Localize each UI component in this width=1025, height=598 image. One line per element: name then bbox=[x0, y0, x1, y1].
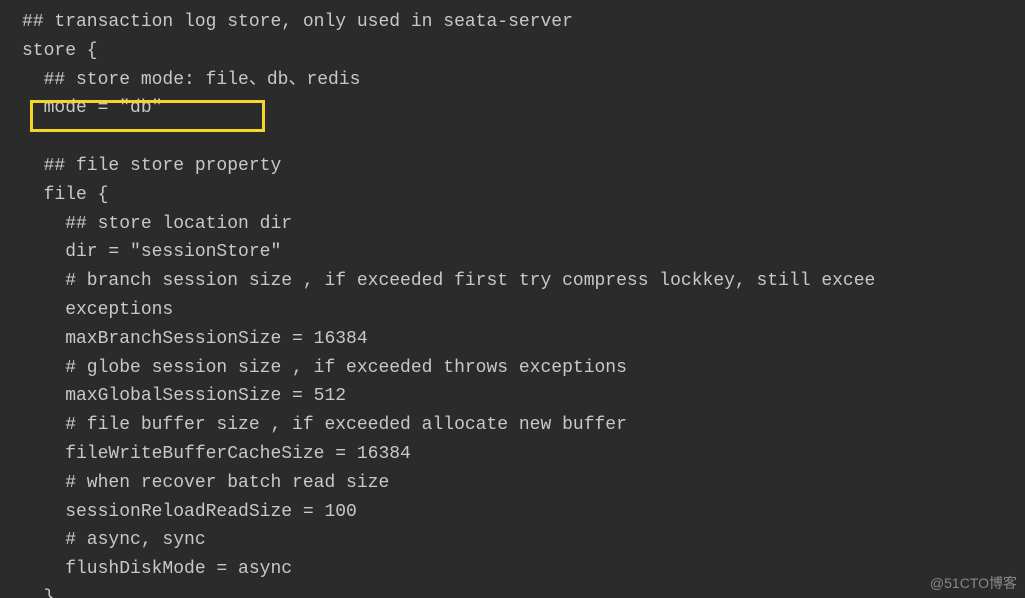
code-line: # file buffer size , if exceeded allocat… bbox=[22, 415, 627, 435]
code-line: # when recover batch read size bbox=[22, 473, 389, 493]
code-line: fileWriteBufferCacheSize = 16384 bbox=[22, 444, 411, 464]
code-line: # branch session size , if exceeded firs… bbox=[22, 271, 875, 291]
code-line: ## store mode: file、db、redis bbox=[22, 70, 360, 90]
highlight-box bbox=[30, 100, 265, 132]
code-line: exceptions bbox=[22, 300, 173, 320]
code-line: ## file store property bbox=[22, 156, 281, 176]
code-line: flushDiskMode = async bbox=[22, 559, 292, 579]
code-line: maxGlobalSessionSize = 512 bbox=[22, 386, 346, 406]
code-line: ## store location dir bbox=[22, 214, 292, 234]
code-line: file { bbox=[22, 185, 108, 205]
code-line: dir = "sessionStore" bbox=[22, 242, 281, 262]
code-line: store { bbox=[22, 41, 98, 61]
code-line: sessionReloadReadSize = 100 bbox=[22, 502, 357, 522]
watermark: @51CTO博客 bbox=[930, 572, 1017, 594]
code-line: ## transaction log store, only used in s… bbox=[22, 12, 573, 32]
code-viewport: ## transaction log store, only used in s… bbox=[0, 0, 1025, 598]
code-block: ## transaction log store, only used in s… bbox=[0, 0, 1025, 598]
code-line: } bbox=[22, 588, 54, 598]
code-line: maxBranchSessionSize = 16384 bbox=[22, 329, 368, 349]
code-line: # globe session size , if exceeded throw… bbox=[22, 358, 627, 378]
code-line: # async, sync bbox=[22, 530, 206, 550]
